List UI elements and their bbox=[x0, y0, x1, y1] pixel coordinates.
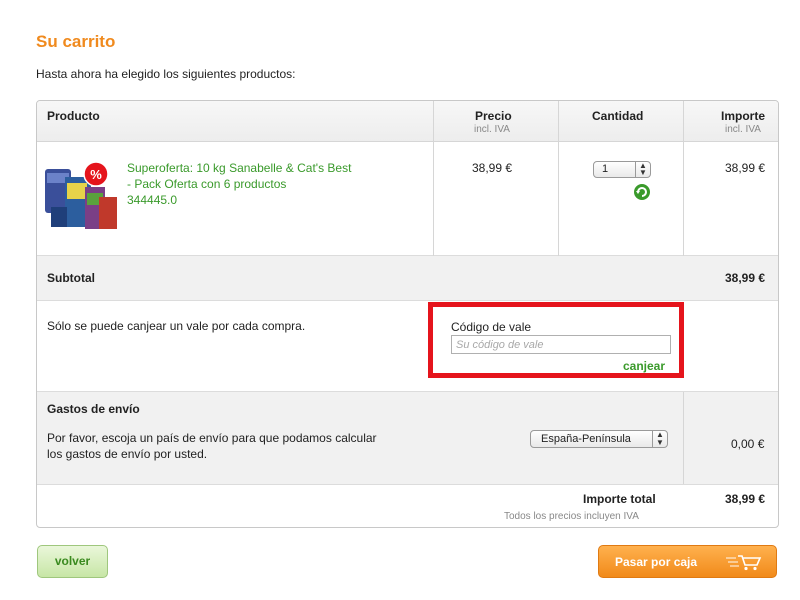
total-label: Importe total bbox=[583, 492, 656, 506]
updown-arrows-icon: ▲ ▼ bbox=[652, 431, 667, 447]
checkout-label: Pasar por caja bbox=[615, 555, 698, 569]
redeem-link[interactable]: canjear bbox=[623, 359, 665, 373]
table-row: % Superoferta: 10 kg Sanabelle & Cat's B… bbox=[37, 141, 778, 256]
product-name-line2[interactable]: - Pack Oferta con 6 productos bbox=[127, 176, 417, 192]
shipping-row: Gastos de envío Por favor, escoja un paí… bbox=[37, 392, 778, 485]
total-note: Todos los precios incluyen IVA bbox=[504, 511, 639, 522]
voucher-label: Código de vale bbox=[451, 320, 532, 334]
percent-badge-icon: % bbox=[83, 161, 109, 187]
table-header: Producto Precio incl. IVA Cantidad Impor… bbox=[37, 101, 778, 142]
header-quantity: Cantidad bbox=[592, 109, 644, 123]
refresh-icon[interactable] bbox=[633, 183, 651, 201]
intro-text: Hasta ahora ha elegido los siguientes pr… bbox=[36, 67, 296, 81]
product-amount: 38,99 € bbox=[725, 161, 766, 175]
total-row: Importe total Todos los precios incluyen… bbox=[37, 485, 778, 527]
back-button[interactable]: volver bbox=[37, 545, 108, 578]
subtotal-label: Subtotal bbox=[47, 271, 95, 285]
shipping-description-line2: los gastos de envío por usted. bbox=[47, 447, 208, 461]
shipping-description: Por favor, escoja un país de envío para … bbox=[47, 430, 377, 462]
product-sku[interactable]: 344445.0 bbox=[127, 192, 417, 208]
header-product: Producto bbox=[47, 109, 100, 123]
header-amount-sub: incl. IVA bbox=[725, 124, 761, 135]
subtotal-row: Subtotal 38,99 € bbox=[37, 256, 778, 301]
checkout-button[interactable]: Pasar por caja bbox=[598, 545, 777, 578]
total-value: 38,99 € bbox=[725, 492, 766, 506]
country-value: España-Península bbox=[541, 433, 631, 445]
column-divider bbox=[683, 392, 684, 484]
column-divider bbox=[683, 101, 684, 256]
header-price: Precio bbox=[475, 109, 512, 123]
voucher-form: Código de vale canjear bbox=[428, 302, 684, 378]
quantity-value: 1 bbox=[602, 163, 609, 175]
subtotal-value: 38,99 € bbox=[725, 271, 766, 285]
shipping-label: Gastos de envío bbox=[47, 402, 140, 416]
product-name-line1[interactable]: Superoferta: 10 kg Sanabelle & Cat's Bes… bbox=[127, 160, 417, 176]
page-title: Su carrito bbox=[36, 32, 116, 51]
voucher-note: Sólo se puede canjear un vale por cada c… bbox=[47, 319, 306, 333]
header-price-sub: incl. IVA bbox=[474, 124, 510, 135]
column-divider bbox=[558, 101, 559, 256]
shopping-cart-icon bbox=[726, 555, 762, 571]
country-select[interactable]: España-Península ▲ ▼ bbox=[530, 430, 668, 448]
column-divider bbox=[433, 101, 434, 256]
svg-text:%: % bbox=[90, 167, 102, 182]
header-amount: Importe bbox=[721, 109, 766, 123]
updown-arrows-icon: ▲ ▼ bbox=[635, 162, 650, 177]
product-price: 38,99 € bbox=[472, 161, 513, 175]
voucher-code-input[interactable] bbox=[451, 335, 671, 354]
shipping-description-line1: Por favor, escoja un país de envío para … bbox=[47, 431, 377, 445]
quantity-select[interactable]: 1 ▲ ▼ bbox=[593, 161, 651, 178]
shipping-value: 0,00 € bbox=[731, 437, 765, 451]
product-name[interactable]: Superoferta: 10 kg Sanabelle & Cat's Bes… bbox=[127, 160, 417, 208]
